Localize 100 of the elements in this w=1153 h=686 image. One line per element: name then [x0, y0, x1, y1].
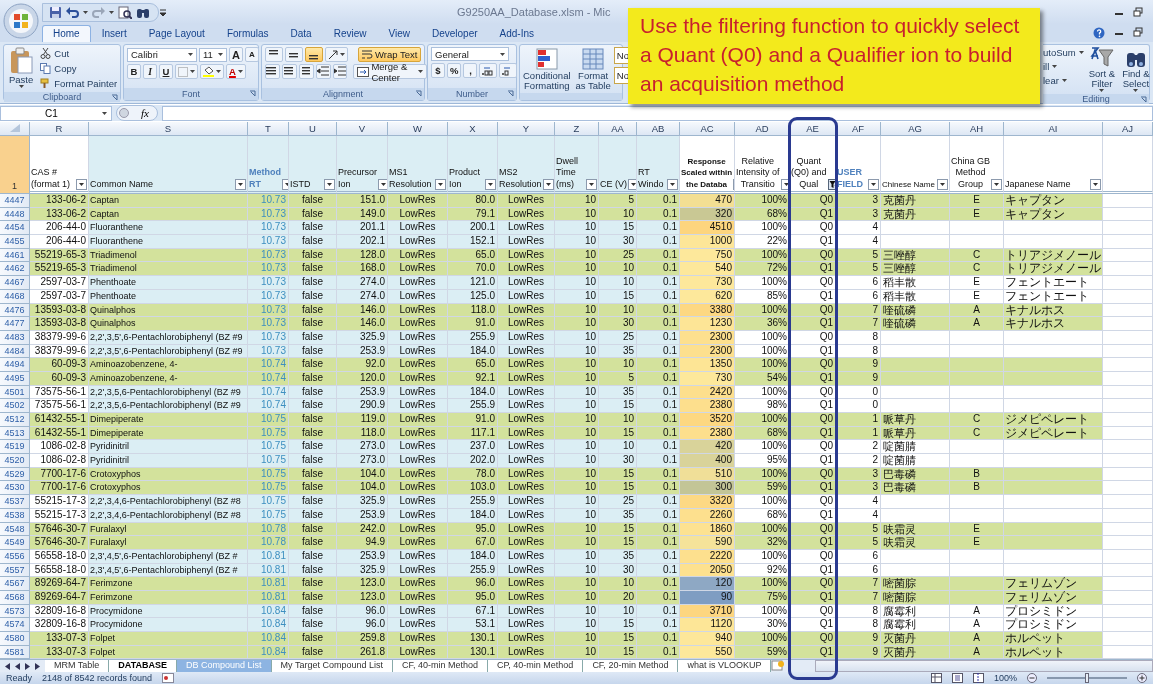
caret-icon[interactable]	[340, 53, 345, 56]
caret-icon[interactable]	[218, 53, 223, 56]
comma-button[interactable]: ,	[463, 63, 478, 78]
underline-button[interactable]: U	[159, 64, 173, 79]
row-header[interactable]: 4455	[0, 235, 30, 249]
dialog-launcher-icon[interactable]	[111, 94, 118, 101]
filter-dropdown-icon[interactable]	[435, 179, 446, 190]
caret-icon[interactable]	[190, 70, 195, 73]
conditional-formatting-button[interactable]: Conditional Formatting	[521, 47, 573, 91]
row-header[interactable]: 4519	[0, 440, 30, 455]
sheet-tab[interactable]: CP, 40-min Method	[488, 660, 584, 673]
row-header[interactable]: 4580	[0, 632, 30, 646]
column-header[interactable]: AI	[1004, 122, 1103, 136]
number-format-field[interactable]: General	[431, 47, 509, 61]
caret-icon[interactable]	[1078, 51, 1084, 54]
paste-button[interactable]: Paste	[7, 47, 36, 88]
column-header[interactable]: AE	[790, 122, 836, 136]
ribbon-tab[interactable]: Page Layout	[137, 25, 216, 42]
row-header[interactable]: 1	[0, 136, 30, 194]
cell-style-swatch[interactable]: No	[613, 67, 630, 84]
column-header[interactable]: AA	[599, 122, 637, 136]
ribbon-tab[interactable]: Data	[279, 25, 323, 42]
sort-filter-button[interactable]: Sort & Filter	[1086, 47, 1118, 92]
help-icon[interactable]	[1093, 27, 1105, 39]
font-color-button[interactable]: A	[226, 64, 246, 79]
caret-icon[interactable]	[216, 70, 221, 73]
filter-dropdown-icon[interactable]	[378, 179, 387, 190]
caret-icon[interactable]	[1099, 89, 1105, 92]
formula-input[interactable]	[161, 105, 1153, 121]
filter-dropdown-icon[interactable]	[542, 179, 554, 190]
column-header[interactable]: Y	[498, 122, 555, 136]
caret-icon[interactable]	[1052, 65, 1058, 68]
format-painter-button[interactable]: Format Painter	[38, 77, 120, 90]
sheet-tab[interactable]: what is VLOOKUP	[678, 660, 772, 673]
column-header[interactable]: V	[337, 122, 388, 136]
ribbon-tab[interactable]: Developer	[421, 25, 489, 42]
filter-dropdown-icon[interactable]	[235, 179, 246, 190]
clear-button[interactable]: lear	[1043, 75, 1084, 86]
filter-dropdown-icon[interactable]	[485, 179, 496, 190]
caret-icon[interactable]	[1133, 89, 1139, 92]
row-header[interactable]: 4494	[0, 358, 30, 372]
column-header[interactable]: AD	[735, 122, 790, 136]
increase-indent-icon[interactable]	[333, 66, 346, 77]
find-select-button[interactable]: Find & Select	[1120, 47, 1152, 92]
column-header[interactable]: AJ	[1103, 122, 1153, 136]
column-header[interactable]: Z	[555, 122, 599, 136]
column-header[interactable]: T	[248, 122, 289, 136]
filter-dropdown-icon[interactable]	[667, 179, 678, 190]
insert-function-button[interactable]: fx	[141, 107, 149, 119]
font-name-field[interactable]: Calibri	[127, 47, 197, 62]
column-header[interactable]: AB	[637, 122, 680, 136]
sheet-tab[interactable]: CF, 40-min Method	[392, 660, 488, 673]
shrink-font-button[interactable]: A	[245, 47, 259, 62]
macro-record-icon[interactable]	[162, 673, 175, 684]
filter-active-icon[interactable]	[827, 179, 835, 190]
dialog-launcher-icon[interactable]	[249, 90, 256, 97]
dialog-launcher-icon[interactable]	[507, 90, 514, 97]
row-header[interactable]: 4520	[0, 454, 30, 468]
zoom-out-icon[interactable]	[1027, 673, 1037, 684]
row-header[interactable]: 4512	[0, 413, 30, 427]
column-header[interactable]: AG	[881, 122, 950, 136]
filter-dropdown-icon[interactable]	[991, 179, 1003, 190]
filter-dropdown-icon[interactable]	[1090, 179, 1101, 190]
sheet-tab[interactable]: My Target Compound List	[271, 660, 393, 673]
column-header[interactable]: X	[448, 122, 498, 136]
horizontal-scrollbar[interactable]	[815, 660, 1153, 673]
column-header[interactable]: W	[388, 122, 448, 136]
filter-dropdown-icon[interactable]	[324, 179, 335, 190]
row-header[interactable]: 4574	[0, 618, 30, 632]
cell-style-swatch[interactable]: No	[613, 47, 630, 64]
row-header[interactable]: 4567	[0, 577, 30, 591]
merge-center-button[interactable]: Merge & Center	[353, 64, 427, 79]
page-break-view-icon[interactable]	[972, 673, 984, 684]
filter-dropdown-icon[interactable]	[76, 179, 87, 190]
grow-font-button[interactable]: A	[229, 47, 243, 62]
caret-icon[interactable]	[1061, 79, 1067, 82]
caret-icon[interactable]	[102, 111, 107, 115]
percent-button[interactable]: %	[447, 63, 462, 78]
sheet-tab[interactable]: MRM Table	[45, 660, 110, 673]
filter-dropdown-icon[interactable]	[868, 179, 879, 190]
sheet-tab[interactable]: CF, 20-min Method	[583, 660, 679, 673]
copy-button[interactable]: Copy	[38, 62, 120, 75]
caret-icon[interactable]	[500, 52, 505, 56]
page-layout-view-icon[interactable]	[951, 673, 963, 684]
decrease-indent-icon[interactable]	[317, 66, 330, 77]
row-header[interactable]: 4530	[0, 481, 30, 496]
align-center-icon[interactable]	[283, 66, 296, 77]
caret-icon[interactable]	[188, 53, 193, 56]
row-header[interactable]: 4549	[0, 536, 30, 550]
ribbon-tab[interactable]: View	[377, 25, 421, 42]
print-preview-icon[interactable]	[118, 5, 132, 19]
orientation-button[interactable]	[325, 47, 348, 62]
column-header[interactable]: AF	[836, 122, 881, 136]
save-icon[interactable]	[49, 5, 62, 19]
row-header[interactable]: 4502	[0, 399, 30, 413]
row-header[interactable]: 4447	[0, 194, 30, 208]
ribbon-tab[interactable]: Home	[42, 25, 91, 42]
ribbon-tab[interactable]: Formulas	[215, 25, 280, 42]
align-left-icon[interactable]	[266, 66, 279, 77]
row-header[interactable]: 4467	[0, 276, 30, 290]
